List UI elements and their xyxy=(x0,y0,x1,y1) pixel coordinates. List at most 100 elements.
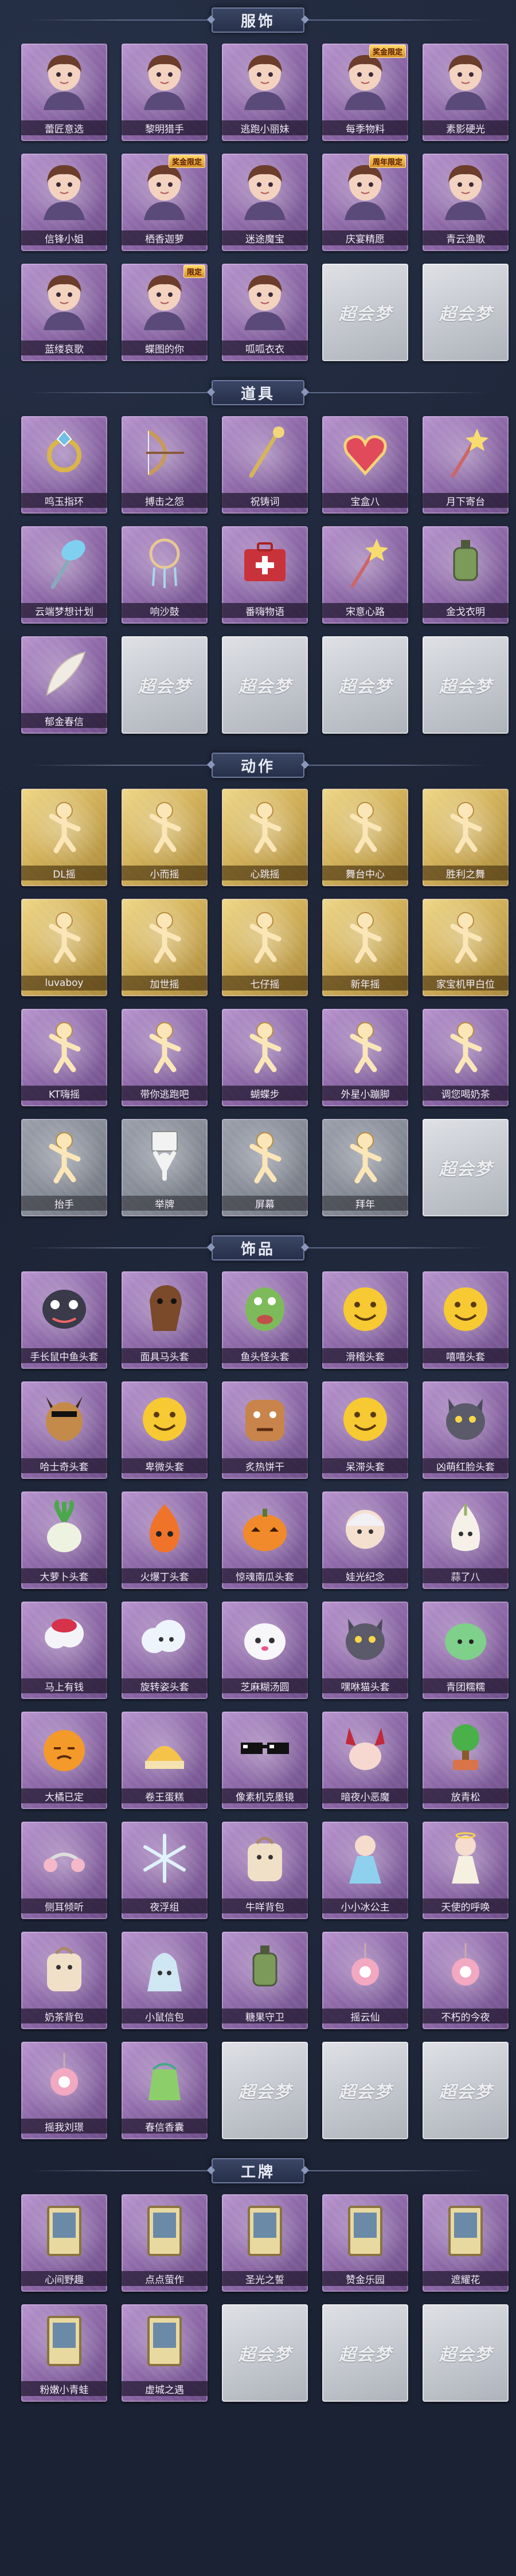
item-card[interactable]: 奖金限定 栖香迦萝 xyxy=(122,154,208,251)
item-card[interactable]: 卷王蛋糕 xyxy=(122,1712,208,1809)
item-card[interactable]: 小鼠信包 xyxy=(122,1932,208,2029)
character-portrait-icon xyxy=(434,159,497,221)
cat-head-icon xyxy=(434,1387,497,1449)
item-card[interactable]: 小而摇 xyxy=(122,789,208,886)
item-card[interactable]: 赞金乐园 xyxy=(322,2194,408,2292)
item-card[interactable]: 舞台中心 xyxy=(322,789,408,886)
item-card[interactable]: 粉嫩小青蛙 xyxy=(21,2304,107,2402)
item-card[interactable]: 黎明猎手 xyxy=(122,44,208,141)
item-card[interactable]: 娃光纪念 xyxy=(322,1491,408,1589)
dance-pose-icon xyxy=(133,1015,196,1076)
item-card[interactable]: 哈士奇头套 xyxy=(21,1381,107,1479)
item-card[interactable]: 春信香囊 xyxy=(122,2042,208,2139)
item-card[interactable]: 加世摇 xyxy=(122,899,208,996)
item-card[interactable]: 惊魂南瓜头套 xyxy=(222,1491,308,1589)
item-card[interactable]: 七仔摇 xyxy=(222,899,308,996)
item-card[interactable]: 呆滞头套 xyxy=(322,1381,408,1479)
item-card[interactable]: 面具马头套 xyxy=(122,1271,208,1369)
item-card[interactable]: 逃跑小丽妹 xyxy=(222,44,308,141)
item-card[interactable]: 心跳摇 xyxy=(222,789,308,886)
item-card[interactable]: luvaboy xyxy=(21,899,107,996)
character-portrait-icon xyxy=(233,49,296,111)
item-card[interactable]: 火爆丁头套 xyxy=(122,1491,208,1589)
item-card[interactable]: 摇我刘璟 xyxy=(21,2042,107,2139)
item-card[interactable]: 胜利之舞 xyxy=(423,789,509,886)
item-card[interactable]: 青团糯糯 xyxy=(423,1602,509,1699)
item-card[interactable]: 天使的呼唤 xyxy=(423,1822,509,1919)
item-card[interactable]: 青云渔歌 xyxy=(423,154,509,251)
item-card[interactable]: 奶茶背包 xyxy=(21,1932,107,2029)
item-card[interactable]: 迷途魔宝 xyxy=(222,154,308,251)
item-card[interactable]: 鸣玉指环 xyxy=(21,416,107,514)
item-card[interactable]: 蕾匠意选 xyxy=(21,44,107,141)
item-card[interactable]: 大萝卜头套 xyxy=(21,1491,107,1589)
item-card[interactable]: 呱呱衣衣 xyxy=(222,264,308,361)
item-card[interactable]: 蓝缕哀歌 xyxy=(21,264,107,361)
item-card[interactable]: 月下寄台 xyxy=(423,416,509,514)
item-card[interactable]: 调您喝奶茶 xyxy=(423,1009,509,1106)
sachet-icon xyxy=(133,2048,196,2109)
item-card[interactable]: 蒜了八 xyxy=(423,1491,509,1589)
item-card[interactable]: 郁金春信 xyxy=(21,636,107,734)
item-card[interactable]: 小小冰公主 xyxy=(322,1822,408,1919)
item-card[interactable]: DL摇 xyxy=(21,789,107,886)
item-card[interactable]: 响沙鼓 xyxy=(122,526,208,624)
item-card[interactable]: 马上有钱 xyxy=(21,1602,107,1699)
badge-card-icon xyxy=(33,2200,96,2262)
item-card[interactable]: KT嗨摇 xyxy=(21,1009,107,1106)
item-card[interactable]: 举牌 xyxy=(122,1119,208,1216)
item-card[interactable]: 滑稽头套 xyxy=(322,1271,408,1369)
item-card[interactable]: 宋意心路 xyxy=(322,526,408,624)
item-label: 番嗨物语 xyxy=(222,603,308,618)
item-card[interactable]: 素影硬光 xyxy=(423,44,509,141)
empty-slot: 超会梦 xyxy=(423,1119,509,1216)
item-card[interactable]: 夜浮组 xyxy=(122,1822,208,1919)
item-card[interactable]: 云端梦想计划 xyxy=(21,526,107,624)
item-card[interactable]: 祝铸词 xyxy=(222,416,308,514)
item-card[interactable]: 家宝机甲白位 xyxy=(423,899,509,996)
item-card[interactable]: 心间野趣 xyxy=(21,2194,107,2292)
item-card[interactable]: 外星小蹦脚 xyxy=(322,1009,408,1106)
item-card[interactable]: 糖果守卫 xyxy=(222,1932,308,2029)
item-card[interactable]: 凶萌红脸头套 xyxy=(423,1381,509,1479)
item-card[interactable]: 点点萤作 xyxy=(122,2194,208,2292)
item-card[interactable]: 嘻嘻头套 xyxy=(423,1271,509,1369)
item-card[interactable]: 不朽的今夜 xyxy=(423,1932,509,2029)
item-card[interactable]: 搏击之怨 xyxy=(122,416,208,514)
item-card[interactable]: 屏幕 xyxy=(222,1119,308,1216)
item-card[interactable]: 放青松 xyxy=(423,1712,509,1809)
item-card[interactable]: 周年限定 庆宴精愿 xyxy=(322,154,408,251)
item-label: 鸣玉指环 xyxy=(21,493,107,508)
item-card[interactable]: 新年摇 xyxy=(322,899,408,996)
item-card[interactable]: 暗夜小恶魔 xyxy=(322,1712,408,1809)
dance-pose-icon xyxy=(233,794,296,856)
item-card[interactable]: 炙热饼干 xyxy=(222,1381,308,1479)
item-card[interactable]: 蝴蝶步 xyxy=(222,1009,308,1106)
item-card[interactable]: 限定 蝶图的你 xyxy=(122,264,208,361)
item-card[interactable]: 牛咩背包 xyxy=(222,1822,308,1919)
item-card[interactable]: 奖金限定 每季物料 xyxy=(322,44,408,141)
item-card[interactable]: 信锋小姐 xyxy=(21,154,107,251)
item-card[interactable]: 鱼头怪头套 xyxy=(222,1271,308,1369)
item-card[interactable]: 虚城之遇 xyxy=(122,2304,208,2402)
item-card[interactable]: 芝麻糊汤圆 xyxy=(222,1602,308,1699)
item-card[interactable]: 手长鼠中鱼头套 xyxy=(21,1271,107,1369)
item-card[interactable]: 宝盒八 xyxy=(322,416,408,514)
item-card[interactable]: 侧耳倾听 xyxy=(21,1822,107,1919)
item-card[interactable]: 旋转姿头套 xyxy=(122,1602,208,1699)
item-card[interactable]: 拜年 xyxy=(322,1119,408,1216)
item-card[interactable]: 大橘已定 xyxy=(21,1712,107,1809)
item-card[interactable]: 金戈衣明 xyxy=(423,526,509,624)
item-card[interactable]: 摇云仙 xyxy=(322,1932,408,2029)
item-card[interactable]: 抬手 xyxy=(21,1119,107,1216)
item-card[interactable]: 卑微头套 xyxy=(122,1381,208,1479)
item-card[interactable]: 圣光之誓 xyxy=(222,2194,308,2292)
item-card[interactable]: 番嗨物语 xyxy=(222,526,308,624)
item-card[interactable]: 带你逃跑吧 xyxy=(122,1009,208,1106)
dance-pose-icon xyxy=(434,905,497,966)
item-card[interactable]: 嘿咻猫头套 xyxy=(322,1602,408,1699)
character-portrait-icon xyxy=(33,49,96,111)
empty-slot: 超会梦 xyxy=(222,636,308,734)
item-card[interactable]: 像素机克墨镜 xyxy=(222,1712,308,1809)
item-card[interactable]: 遮耀花 xyxy=(423,2194,509,2292)
